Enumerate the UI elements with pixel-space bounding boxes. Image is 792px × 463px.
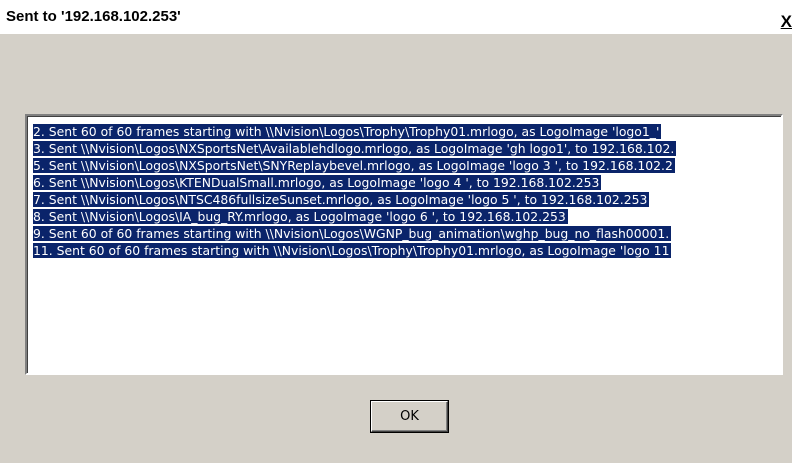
log-line[interactable]: 9. Sent 60 of 60 frames starting with \\… (33, 225, 781, 242)
window-title: Sent to '192.168.102.253' (6, 8, 181, 25)
log-line[interactable]: 5. Sent \\Nvision\Logos\NXSportsNet\SNYR… (33, 157, 781, 174)
log-line-text: 11. Sent 60 of 60 frames starting with \… (33, 243, 672, 258)
sent-dialog: Sent to '192.168.102.253' X 2. Sent 60 o… (0, 0, 792, 463)
log-lines: 2. Sent 60 of 60 frames starting with \\… (33, 123, 781, 259)
log-line[interactable]: 7. Sent \\Nvision\Logos\NTSC486fullsizeS… (33, 191, 781, 208)
log-line[interactable]: 11. Sent 60 of 60 frames starting with \… (33, 242, 781, 259)
log-line-text: 7. Sent \\Nvision\Logos\NTSC486fullsizeS… (33, 192, 650, 207)
log-line[interactable]: 2. Sent 60 of 60 frames starting with \\… (33, 123, 781, 140)
log-line[interactable]: 8. Sent \\Nvision\Logos\IA_bug_RY.mrlogo… (33, 208, 781, 225)
log-line-text: 5. Sent \\Nvision\Logos\NXSportsNet\SNYR… (33, 158, 675, 173)
log-line-text: 8. Sent \\Nvision\Logos\IA_bug_RY.mrlogo… (33, 209, 568, 224)
log-line[interactable]: 6. Sent \\Nvision\Logos\KTENDualSmall.mr… (33, 174, 781, 191)
log-line[interactable]: 3. Sent \\Nvision\Logos\NXSportsNet\Avai… (33, 140, 781, 157)
dialog-body: 2. Sent 60 of 60 frames starting with \\… (0, 34, 792, 463)
log-line-text: 6. Sent \\Nvision\Logos\KTENDualSmall.mr… (33, 175, 602, 190)
log-line-text: 2. Sent 60 of 60 frames starting with \\… (33, 124, 662, 139)
close-button[interactable]: X (776, 13, 792, 31)
title-bar: Sent to '192.168.102.253' X (0, 0, 792, 34)
ok-button[interactable]: OK (370, 400, 449, 433)
sent-log-listbox[interactable]: 2. Sent 60 of 60 frames starting with \\… (25, 114, 783, 375)
log-line-text: 3. Sent \\Nvision\Logos\NXSportsNet\Avai… (33, 141, 677, 156)
log-line-text: 9. Sent 60 of 60 frames starting with \\… (33, 226, 672, 241)
